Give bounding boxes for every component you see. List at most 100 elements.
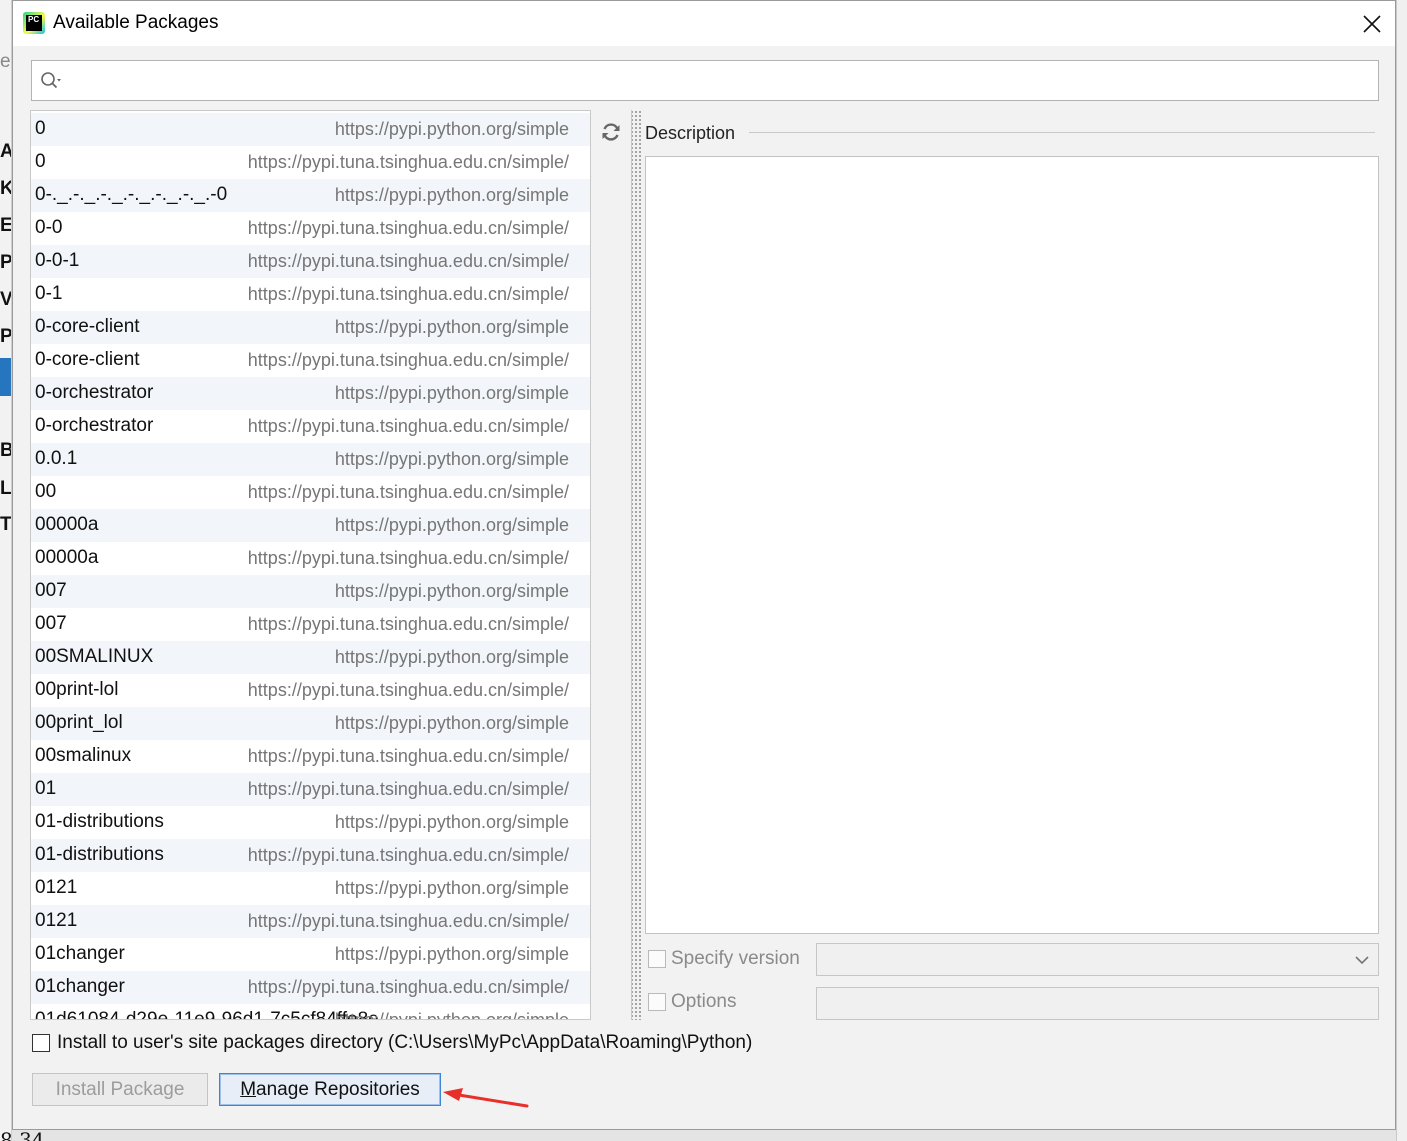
package-name: 007 — [35, 580, 67, 601]
package-repository: https://pypi.python.org/simple — [334, 713, 569, 733]
search-input[interactable] — [70, 66, 1370, 95]
package-row[interactable]: 0-0 https://pypi.tuna.tsinghua.edu.cn/sim… — [31, 212, 590, 245]
background-window-strip — [0, 0, 12, 1141]
package-row[interactable]: 0 https://pypi.python.org/simple — [31, 113, 590, 146]
package-row[interactable]: 00print_lol https://pypi.python.org/simpl… — [31, 707, 590, 740]
package-row[interactable]: 00smalinux https://pypi.tuna.tsinghua.edu… — [31, 740, 590, 773]
package-row[interactable]: 00print-lol https://pypi.tuna.tsinghua.ed… — [31, 674, 590, 707]
package-name: 0-core-client — [35, 349, 140, 370]
title-bar: PC _ Available Packages — [13, 1, 1395, 46]
search-icon[interactable] — [40, 70, 62, 92]
package-name: 00SMALINUX — [35, 646, 154, 667]
package-repository: https://pypi.tuna.tsinghua.edu.cn/simple… — [247, 911, 569, 931]
package-name: 0-1 — [35, 283, 63, 304]
install-to-user-label[interactable]: Install to user's site packages director… — [57, 1032, 752, 1054]
package-row[interactable]: 01 https://pypi.tuna.tsinghua.edu.cn/simp… — [31, 773, 590, 806]
package-row[interactable]: 00 https://pypi.tuna.tsinghua.edu.cn/simp… — [31, 476, 590, 509]
package-row[interactable]: 0121 https://pypi.tuna.tsinghua.edu.cn/si… — [31, 905, 590, 938]
package-row[interactable]: 0-orchestrator https://pypi.tuna.tsinghua… — [31, 410, 590, 443]
install-package-button[interactable]: Install Package — [32, 1073, 208, 1106]
package-row[interactable]: 0-core-client https://pypi.python.org/sim… — [31, 311, 590, 344]
background-text-fragment: e — [0, 51, 11, 72]
package-row[interactable]: 007 https://pypi.tuna.tsinghua.edu.cn/sim… — [31, 608, 590, 641]
package-row[interactable]: 00000a https://pypi.python.org/simple — [31, 509, 590, 542]
package-repository: https://pypi.tuna.tsinghua.edu.cn/simple… — [247, 614, 569, 634]
close-icon — [1363, 14, 1381, 33]
package-repository: https://pypi.tuna.tsinghua.edu.cn/simple… — [247, 416, 569, 436]
package-row[interactable]: 01-distributions https://pypi.tuna.tsingh… — [31, 839, 590, 872]
annotation-arrow-icon — [443, 1088, 529, 1108]
manage-mnemonic: M — [240, 1078, 257, 1100]
package-row[interactable]: 0 https://pypi.tuna.tsinghua.edu.cn/simpl… — [31, 146, 590, 179]
package-repository: https://pypi.tuna.tsinghua.edu.cn/simple… — [247, 779, 569, 799]
install-to-user-checkbox[interactable] — [32, 1034, 50, 1052]
refresh-icon — [602, 123, 620, 141]
package-name: 0 — [35, 118, 46, 139]
package-repository: https://pypi.python.org/simple — [334, 944, 569, 964]
package-row[interactable]: 00SMALINUX https://pypi.python.org/simple — [31, 641, 590, 674]
package-repository: https://pypi.python.org/simple — [334, 1010, 569, 1020]
package-row[interactable]: 0121 https://pypi.python.org/simple — [31, 872, 590, 905]
package-name: 00print-lol — [35, 679, 119, 700]
package-row[interactable]: 0.0.1 https://pypi.python.org/simple — [31, 443, 590, 476]
background-text-fragment: K — [0, 178, 11, 199]
description-separator — [749, 132, 1375, 133]
package-row[interactable]: 0-0-1 https://pypi.tuna.tsinghua.edu.cn/s… — [31, 245, 590, 278]
window-title: Available Packages — [53, 12, 219, 33]
description-panel — [645, 156, 1379, 934]
package-repository: https://pypi.tuna.tsinghua.edu.cn/simple… — [247, 251, 569, 271]
package-name: 01-distributions — [35, 844, 164, 865]
package-row[interactable]: 0-1 https://pypi.tuna.tsinghua.edu.cn/sim… — [31, 278, 590, 311]
manage-label-rest: anage Repositories — [256, 1078, 420, 1100]
chevron-down-icon — [1355, 956, 1369, 965]
version-select[interactable] — [816, 943, 1379, 976]
panel-splitter[interactable] — [631, 110, 643, 1020]
package-repository: https://pypi.tuna.tsinghua.edu.cn/simple… — [247, 482, 569, 502]
package-row[interactable]: 01-distributions https://pypi.python.org/… — [31, 806, 590, 839]
package-repository: https://pypi.python.org/simple — [334, 878, 569, 898]
package-row[interactable]: 01d61084-d29e-11e9-96d1-7c5cf84ffe8e http… — [31, 1004, 590, 1020]
package-search-field[interactable] — [31, 60, 1379, 101]
package-repository: https://pypi.python.org/simple — [334, 185, 569, 205]
package-repository: https://pypi.tuna.tsinghua.edu.cn/simple… — [247, 977, 569, 997]
background-text-fragment: L — [0, 478, 11, 499]
background-window-right-edge — [1396, 0, 1407, 1141]
options-input[interactable] — [816, 987, 1379, 1020]
specify-version-checkbox[interactable] — [648, 950, 666, 968]
package-repository: https://pypi.python.org/simple — [334, 317, 569, 337]
package-name: 01 — [35, 778, 57, 799]
package-row[interactable]: 01changer https://pypi.python.org/simple — [31, 938, 590, 971]
package-row[interactable]: 0-core-client https://pypi.tuna.tsinghua.… — [31, 344, 590, 377]
background-text-fragment: P — [0, 326, 11, 347]
package-row[interactable]: 007 https://pypi.python.org/simple — [31, 575, 590, 608]
manage-repositories-button[interactable]: Manage Repositories — [219, 1073, 441, 1106]
background-selected-item — [0, 358, 11, 396]
package-name: 00print_lol — [35, 712, 123, 733]
package-row[interactable]: 0-orchestrator https://pypi.python.org/si… — [31, 377, 590, 410]
background-text-fragment: E — [0, 215, 11, 236]
package-name: 00 — [35, 481, 57, 502]
package-name: 01d61084-d29e-11e9-96d1-7c5cf84ffe8e — [35, 1009, 379, 1020]
package-name: 0-orchestrator — [35, 415, 154, 436]
package-name: 01-distributions — [35, 811, 164, 832]
package-name: 0121 — [35, 910, 78, 931]
package-repository: https://pypi.python.org/simple — [334, 647, 569, 667]
package-repository: https://pypi.python.org/simple — [334, 119, 569, 139]
package-list[interactable]: 01d61084-d29e-11e9-96d1-7c5cf84ffe8e http… — [30, 110, 591, 1020]
package-repository: https://pypi.python.org/simple — [334, 812, 569, 832]
package-name: 00000a — [35, 514, 99, 535]
package-name: 0121 — [35, 877, 78, 898]
package-row[interactable]: 0-._.-._.-._.-._.-._.-._.-0 https://pypi.… — [31, 179, 590, 212]
refresh-button[interactable] — [596, 117, 626, 147]
close-button[interactable] — [1349, 1, 1395, 46]
package-name: 00000a — [35, 547, 99, 568]
package-repository: https://pypi.python.org/simple — [334, 449, 569, 469]
package-name: 0-orchestrator — [35, 382, 154, 403]
options-label: Options — [671, 991, 737, 1012]
package-repository: https://pypi.python.org/simple — [334, 383, 569, 403]
options-checkbox[interactable] — [648, 993, 666, 1011]
package-name: 0-._.-._.-._.-._.-._.-._.-0 — [35, 184, 228, 205]
package-name: 007 — [35, 613, 67, 634]
package-row[interactable]: 01changer https://pypi.tuna.tsinghua.edu.… — [31, 971, 590, 1004]
package-row[interactable]: 00000a https://pypi.tuna.tsinghua.edu.cn/… — [31, 542, 590, 575]
